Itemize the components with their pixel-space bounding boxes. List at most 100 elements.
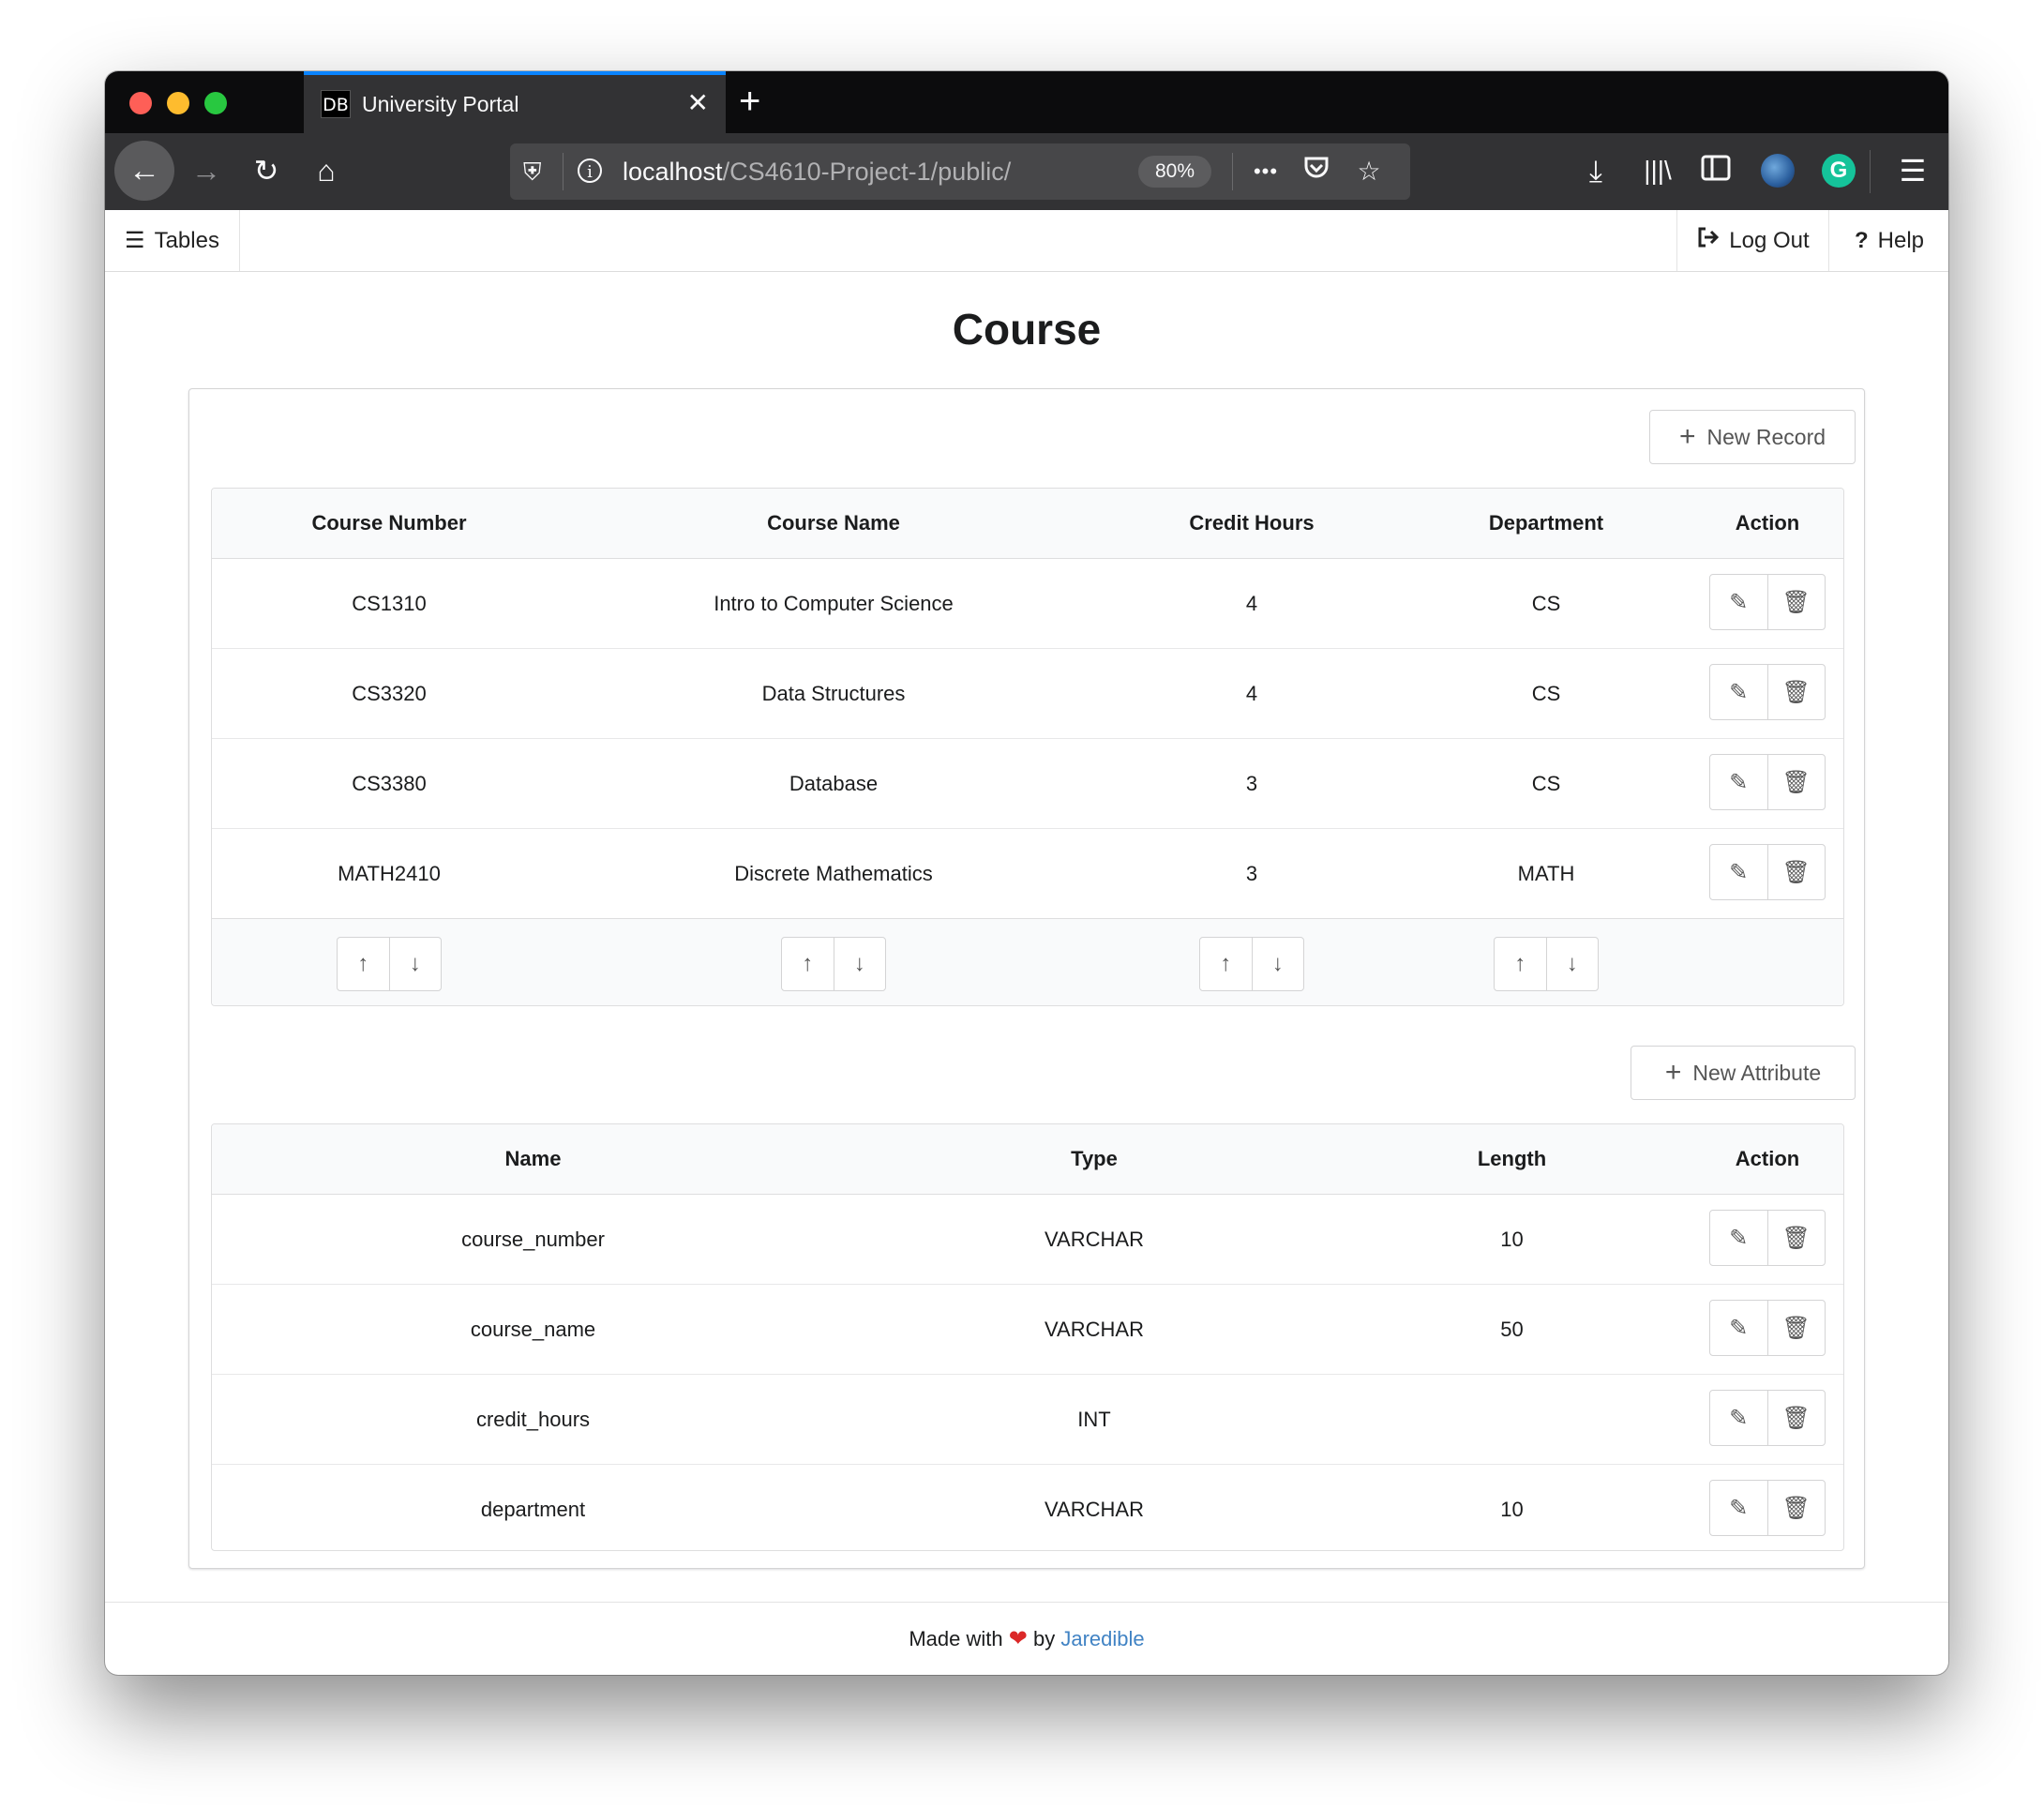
tab-favicon: DB <box>321 90 351 118</box>
sidebar-icon[interactable] <box>1695 152 1736 189</box>
hamburger-menu-icon[interactable]: ☰ <box>1892 152 1933 189</box>
column-header: Length <box>1477 1147 1547 1170</box>
site-info-icon[interactable]: i <box>578 158 602 183</box>
cell-attribute-length: 10 <box>1500 1498 1524 1521</box>
sort-department: ↑ ↓ <box>1494 937 1599 991</box>
browser-tab[interactable]: DB University Portal ✕ <box>304 71 726 133</box>
url-text[interactable]: localhost/CS4610-Project-1/public/ <box>623 155 1011 188</box>
table-row: MATH2410 Discrete Mathematics 3 MATH ✎ 🗑 <box>212 829 1843 918</box>
cell-department: CS <box>1531 592 1561 615</box>
trash-icon[interactable]: 🗑 <box>1766 1391 1826 1445</box>
row-actions: ✎ 🗑 <box>1709 1210 1826 1266</box>
cell-credit-hours: 4 <box>1245 682 1258 705</box>
sort-descending-icon[interactable]: ↓ <box>833 938 886 990</box>
attributes-table-header: Name Type Length Action <box>212 1124 1843 1195</box>
bookmark-star-icon[interactable]: ☆ <box>1350 153 1388 190</box>
minimize-window-button[interactable] <box>167 92 189 114</box>
new-attribute-button[interactable]: + New Attribute <box>1631 1046 1856 1100</box>
trash-icon[interactable]: 🗑 <box>1766 1211 1826 1265</box>
records-table-header: Course Number Course Name Credit Hours D… <box>212 489 1843 559</box>
table-row: CS3380 Database 3 CS ✎ 🗑 <box>212 739 1843 829</box>
cell-attribute-name: course_number <box>461 1228 605 1251</box>
edit-icon[interactable]: ✎ <box>1710 1481 1767 1535</box>
row-actions: ✎ 🗑 <box>1709 754 1826 810</box>
new-tab-button[interactable]: + <box>739 79 760 124</box>
table-row: CS1310 Intro to Computer Science 4 CS ✎ … <box>212 559 1843 649</box>
cell-credit-hours: 3 <box>1245 862 1258 885</box>
help-button[interactable]: ? Help <box>1828 210 1948 271</box>
maximize-window-button[interactable] <box>204 92 227 114</box>
records-table: Course Number Course Name Credit Hours D… <box>211 488 1844 1006</box>
table-row: credit_hours INT ✎ 🗑 <box>212 1375 1843 1465</box>
downloads-icon[interactable]: ⤓ <box>1575 152 1616 189</box>
edit-icon[interactable]: ✎ <box>1710 755 1767 809</box>
cell-department: CS <box>1531 682 1561 705</box>
edit-icon[interactable]: ✎ <box>1710 1211 1767 1265</box>
sort-descending-icon[interactable]: ↓ <box>1545 938 1599 990</box>
cell-attribute-type: INT <box>1077 1408 1111 1431</box>
edit-icon[interactable]: ✎ <box>1710 665 1767 719</box>
sort-course-number: ↑ ↓ <box>337 937 442 991</box>
pocket-icon[interactable] <box>1298 153 1335 191</box>
tab-strip: DB University Portal ✕ + <box>105 71 1948 133</box>
url-divider <box>1232 153 1233 190</box>
address-bar[interactable]: ⛨ i localhost/CS4610-Project-1/public/ 8… <box>510 143 1410 200</box>
account-avatar-icon[interactable] <box>1761 154 1795 188</box>
sort-descending-icon[interactable]: ↓ <box>1251 938 1304 990</box>
browser-toolbar: ← → ↻ ⌂ ⛨ i localhost/CS4610-Project-1/p… <box>105 133 1948 210</box>
sort-ascending-icon[interactable]: ↑ <box>782 938 834 990</box>
cell-course-number: CS3320 <box>352 682 427 705</box>
made-with-text: Made with <box>909 1627 1003 1650</box>
sort-credit-hours: ↑ ↓ <box>1199 937 1304 991</box>
cell-attribute-name: credit_hours <box>475 1408 591 1431</box>
column-header[interactable]: Department <box>1403 489 1690 558</box>
trash-icon[interactable]: 🗑 <box>1766 755 1826 809</box>
cell-department: CS <box>1531 772 1561 795</box>
cell-course-name: Database <box>789 772 879 795</box>
back-arrow-icon[interactable]: ← <box>114 141 174 201</box>
app-menu-bar: ☰ Tables Log Out ? Help <box>105 210 1948 272</box>
zoom-level-badge[interactable]: 80% <box>1138 156 1211 188</box>
trash-icon[interactable]: 🗑 <box>1766 845 1826 899</box>
table-row: course_name VARCHAR 50 ✎ 🗑 <box>212 1285 1843 1375</box>
cell-course-name: Data Structures <box>761 682 906 705</box>
new-record-button[interactable]: + New Record <box>1649 410 1856 464</box>
edit-icon[interactable]: ✎ <box>1710 1301 1767 1355</box>
tables-menu-button[interactable]: ☰ Tables <box>105 210 240 271</box>
author-link[interactable]: Jaredible <box>1060 1627 1144 1650</box>
row-actions: ✎ 🗑 <box>1709 574 1826 630</box>
sort-descending-icon[interactable]: ↓ <box>388 938 442 990</box>
home-icon[interactable]: ⌂ <box>306 152 347 189</box>
cell-attribute-type: VARCHAR <box>1045 1318 1144 1341</box>
column-header[interactable]: Course Number <box>212 489 566 558</box>
trash-icon[interactable]: 🗑 <box>1766 665 1826 719</box>
edit-icon[interactable]: ✎ <box>1710 1391 1767 1445</box>
cell-course-number: CS1310 <box>352 592 427 615</box>
url-host: localhost <box>623 158 723 186</box>
library-icon[interactable]: |||\ <box>1637 152 1678 189</box>
trash-icon[interactable]: 🗑 <box>1766 1481 1826 1535</box>
column-header: Action <box>1735 1147 1800 1170</box>
column-header: Type <box>1071 1147 1118 1170</box>
trash-icon[interactable]: 🗑 <box>1766 1301 1826 1355</box>
tables-label: Tables <box>154 227 219 253</box>
sort-ascending-icon[interactable]: ↑ <box>1200 938 1252 990</box>
column-header[interactable]: Course Name <box>566 489 1101 558</box>
row-actions: ✎ 🗑 <box>1709 844 1826 900</box>
tab-close-icon[interactable]: ✕ <box>687 88 709 118</box>
column-header[interactable]: Credit Hours <box>1101 489 1403 558</box>
edit-icon[interactable]: ✎ <box>1710 575 1767 629</box>
tracking-shield-icon[interactable]: ⛨ <box>523 155 542 188</box>
trash-icon[interactable]: 🗑 <box>1766 575 1826 629</box>
forward-arrow-icon[interactable]: → <box>186 152 227 189</box>
close-window-button[interactable] <box>129 92 152 114</box>
edit-icon[interactable]: ✎ <box>1710 845 1767 899</box>
sort-ascending-icon[interactable]: ↑ <box>1495 938 1546 990</box>
reload-icon[interactable]: ↻ <box>246 152 287 189</box>
page-actions-icon[interactable]: ••• <box>1247 153 1285 190</box>
sort-ascending-icon[interactable]: ↑ <box>338 938 389 990</box>
logout-button[interactable]: Log Out <box>1676 210 1829 271</box>
sort-controls-row: ↑ ↓ ↑ ↓ ↑ ↓ ↑ ↓ <box>212 918 1843 1005</box>
grammarly-extension-icon[interactable]: G <box>1822 154 1856 188</box>
plus-icon: + <box>1664 1057 1682 1088</box>
